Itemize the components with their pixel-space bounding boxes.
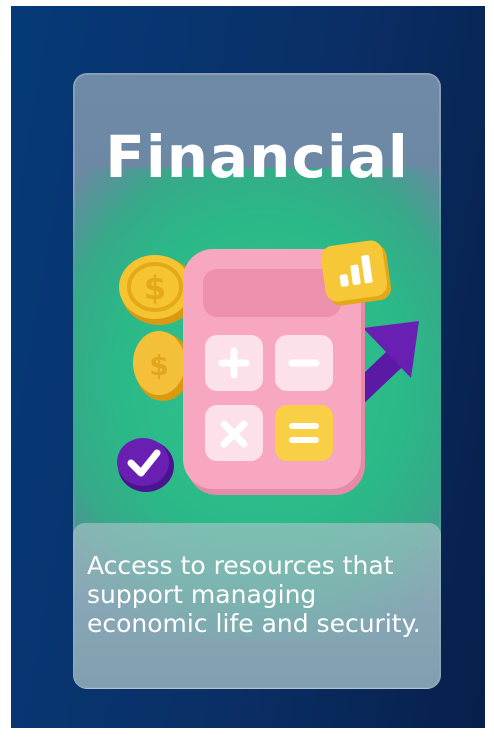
financial-card[interactable]: Financial $ $ Access to resources that s…	[73, 73, 441, 689]
bar-chart-badge-icon	[320, 240, 392, 306]
coin-icon: $	[133, 331, 191, 401]
financial-illustration: $ $	[117, 240, 419, 495]
description-panel: Access to resources that support managin…	[73, 523, 441, 689]
svg-text:$: $	[149, 349, 168, 382]
card-description: Access to resources that support managin…	[87, 551, 421, 638]
checkmark-badge-icon	[117, 438, 174, 492]
card-title: Financial	[105, 123, 409, 191]
background-frame: Financial $ $ Access to resources that s…	[11, 6, 485, 728]
svg-text:$: $	[144, 269, 166, 307]
